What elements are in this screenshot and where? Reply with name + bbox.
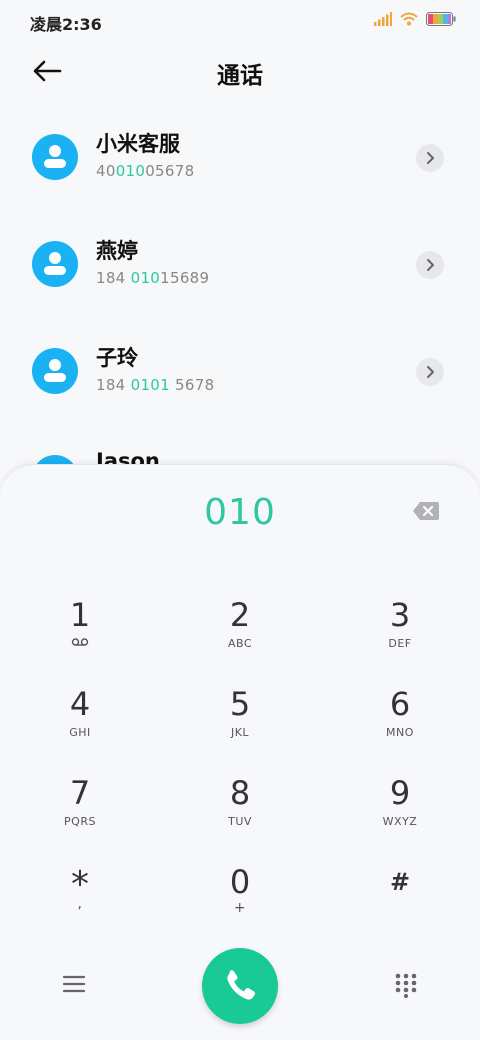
- person-icon: [44, 145, 66, 168]
- battery-icon: [426, 12, 456, 26]
- keypad-toggle-button[interactable]: [394, 972, 418, 998]
- key-9[interactable]: 9 WXYZ: [340, 775, 460, 855]
- contact-number: 184 01015689: [96, 269, 210, 287]
- key-hash[interactable]: #: [340, 864, 460, 944]
- contact-number: 184 0101 5678: [96, 376, 215, 394]
- status-icons: [374, 12, 456, 26]
- contact-name: 燕婷: [96, 239, 138, 263]
- key-5[interactable]: 5 JKL: [180, 686, 300, 766]
- key-6[interactable]: 6 MNO: [340, 686, 460, 766]
- chevron-right-icon: [427, 152, 434, 164]
- key-4[interactable]: 4 GHI: [20, 686, 140, 766]
- contact-item-3[interactable]: 子玲 184 0101 5678: [0, 334, 480, 414]
- phone-icon: [227, 970, 256, 1000]
- call-button[interactable]: [202, 948, 278, 1024]
- page-title: 通话: [217, 63, 263, 89]
- avatar: [32, 134, 78, 180]
- chevron-right-icon: [427, 259, 434, 271]
- contact-detail-button[interactable]: [416, 144, 444, 172]
- contact-item-1[interactable]: 小米客服 4001005678: [0, 120, 480, 200]
- contact-number: 4001005678: [96, 162, 195, 180]
- status-bar: 凌晨2:36: [0, 0, 480, 40]
- key-2[interactable]: 2 ABC: [180, 597, 300, 677]
- dialed-number: 010: [204, 492, 276, 533]
- key-star[interactable]: * ,: [20, 864, 140, 944]
- menu-button[interactable]: [62, 974, 86, 994]
- status-time: 凌晨2:36: [30, 15, 102, 34]
- header: 通话: [0, 48, 480, 92]
- contact-detail-button[interactable]: [416, 251, 444, 279]
- contact-detail-button[interactable]: [416, 358, 444, 386]
- key-8[interactable]: 8 TUV: [180, 775, 300, 855]
- voicemail-icon: [20, 637, 140, 650]
- contact-name: 小米客服: [96, 132, 180, 156]
- key-1[interactable]: 1: [20, 597, 140, 677]
- bottom-bar: [0, 946, 480, 1026]
- person-icon: [44, 359, 66, 382]
- key-0[interactable]: 0 +: [180, 864, 300, 944]
- avatar: [32, 348, 78, 394]
- backspace-icon: [413, 502, 439, 520]
- keypad-icon: [395, 973, 417, 998]
- wifi-icon: [400, 12, 418, 26]
- signal-icon: [374, 12, 392, 26]
- contact-name: 子玲: [96, 346, 138, 370]
- backspace-button[interactable]: [412, 501, 440, 521]
- contact-item-2[interactable]: 燕婷 184 01015689: [0, 227, 480, 307]
- menu-icon: [62, 975, 86, 993]
- key-7[interactable]: 7 PQRS: [20, 775, 140, 855]
- key-3[interactable]: 3 DEF: [340, 597, 460, 677]
- person-icon: [44, 252, 66, 275]
- chevron-right-icon: [427, 366, 434, 378]
- avatar: [32, 241, 78, 287]
